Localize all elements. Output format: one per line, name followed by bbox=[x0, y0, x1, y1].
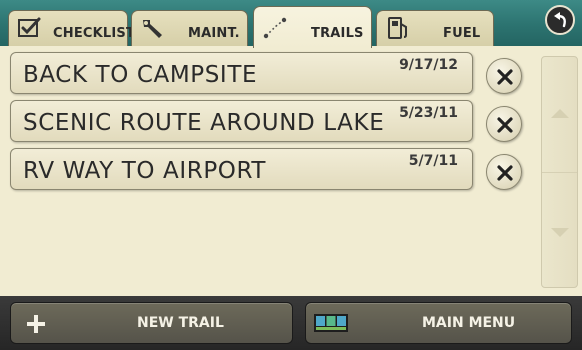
scroll-up-arrow-icon[interactable] bbox=[550, 107, 570, 119]
trail-name: RV WAY TO AIRPORT bbox=[23, 158, 267, 184]
main-menu-label: MAIN MENU bbox=[422, 315, 516, 331]
plus-icon bbox=[27, 315, 45, 333]
tab-bar: CHECKLIST MAINT. TRAILS FUEL bbox=[0, 0, 582, 48]
trail-date: 9/17/12 bbox=[399, 57, 458, 73]
trail-path-icon bbox=[263, 17, 287, 39]
tab-trails[interactable]: TRAILS bbox=[253, 6, 372, 48]
trail-item-scenic-route[interactable]: SCENIC ROUTE AROUND LAKE 5/23/11 bbox=[10, 100, 473, 142]
tab-fuel[interactable]: FUEL bbox=[376, 10, 494, 46]
main-menu-grid-icon bbox=[314, 314, 348, 332]
tab-maint[interactable]: MAINT. bbox=[131, 10, 248, 46]
trail-date: 5/7/11 bbox=[408, 153, 458, 169]
wrench-icon bbox=[143, 20, 162, 38]
delete-trail-button[interactable] bbox=[486, 58, 522, 94]
scrollbar-divider bbox=[542, 172, 577, 173]
scroll-down-arrow-icon[interactable] bbox=[550, 227, 570, 239]
trail-item-rv-way-to-airport[interactable]: RV WAY TO AIRPORT 5/7/11 bbox=[10, 148, 473, 190]
close-icon bbox=[497, 69, 513, 85]
bottom-bar: NEW TRAIL MAIN MENU bbox=[0, 296, 582, 350]
tab-checklist-label: CHECKLIST bbox=[53, 26, 136, 41]
trail-name: BACK TO CAMPSITE bbox=[23, 62, 258, 88]
new-trail-button[interactable]: NEW TRAIL bbox=[10, 302, 293, 344]
close-icon bbox=[497, 165, 513, 181]
trail-date: 5/23/11 bbox=[399, 105, 458, 121]
tab-fuel-label: FUEL bbox=[443, 26, 481, 41]
tab-trails-label: TRAILS bbox=[311, 26, 364, 41]
tab-checklist[interactable]: CHECKLIST bbox=[8, 10, 135, 46]
close-icon bbox=[497, 117, 513, 133]
new-trail-label: NEW TRAIL bbox=[137, 315, 224, 331]
fuel-pump-icon bbox=[388, 17, 407, 39]
trail-item-back-to-campsite[interactable]: BACK TO CAMPSITE 9/17/12 bbox=[10, 52, 473, 94]
delete-trail-button[interactable] bbox=[486, 154, 522, 190]
delete-trail-button[interactable] bbox=[486, 106, 522, 142]
back-arrow-icon bbox=[554, 12, 566, 28]
checklist-icon bbox=[18, 17, 41, 37]
trail-name: SCENIC ROUTE AROUND LAKE bbox=[23, 110, 385, 136]
back-button[interactable] bbox=[545, 5, 575, 35]
tab-maint-label: MAINT. bbox=[188, 26, 240, 41]
main-menu-button[interactable]: MAIN MENU bbox=[305, 302, 572, 344]
scrollbar[interactable] bbox=[541, 56, 578, 288]
